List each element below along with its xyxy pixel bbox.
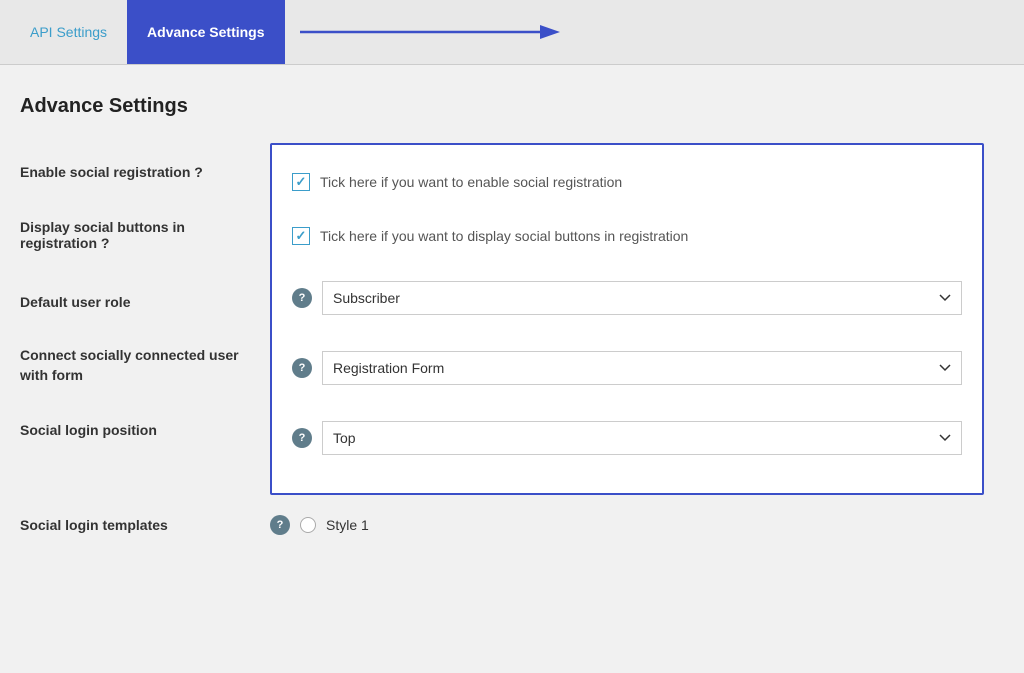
social-login-templates-help-icon[interactable]: ? [270, 515, 290, 535]
row-default-user-role-content: ? Subscriber Administrator Editor Author… [292, 281, 962, 315]
default-user-role-help-icon[interactable]: ? [292, 288, 312, 308]
default-user-role-select[interactable]: Subscriber Administrator Editor Author C… [322, 281, 962, 315]
social-login-position-select[interactable]: Top Bottom Left Right [322, 421, 962, 455]
label-default-user-role: Default user role [20, 270, 265, 334]
arrow-indicator [295, 21, 560, 43]
social-login-templates-content: ? Style 1 [270, 515, 369, 535]
tab-bar: API Settings Advance Settings [0, 0, 1024, 65]
social-login-templates-label: Social login templates [20, 517, 250, 533]
label-social-login-position: Social login position [20, 398, 265, 462]
row-display-social: Tick here if you want to display social … [292, 209, 962, 263]
tab-advance-settings[interactable]: Advance Settings [127, 0, 284, 64]
page-title: Advance Settings [20, 95, 1004, 118]
display-social-checkbox-wrapper: Tick here if you want to display social … [292, 227, 688, 245]
label-enable-social: Enable social registration ? [20, 143, 265, 200]
enable-social-checkbox-wrapper: Tick here if you want to enable social r… [292, 173, 622, 191]
display-social-label: Tick here if you want to display social … [320, 228, 688, 244]
label-display-social: Display social buttons in registration ? [20, 200, 265, 270]
row-social-login-position: ? Top Bottom Left Right [292, 403, 962, 473]
arrow-icon [300, 21, 560, 43]
row-social-login-position-content: ? Top Bottom Left Right [292, 421, 962, 455]
labels-column: Enable social registration ? Display soc… [20, 143, 265, 462]
main-content: Advance Settings Tick here if you want t… [0, 65, 1024, 575]
row-connect-socially: ? Registration Form Login Form Custom Fo… [292, 333, 962, 403]
social-login-templates-radio[interactable] [300, 517, 316, 533]
row-default-user-role: ? Subscriber Administrator Editor Author… [292, 263, 962, 333]
row-enable-social-content: Tick here if you want to enable social r… [292, 173, 962, 191]
tab-api-settings[interactable]: API Settings [10, 0, 127, 64]
label-connect-socially: Connect socially connected user with for… [20, 334, 265, 398]
row-display-social-content: Tick here if you want to display social … [292, 227, 962, 245]
connect-socially-select[interactable]: Registration Form Login Form Custom Form [322, 351, 962, 385]
display-social-checkbox[interactable] [292, 227, 310, 245]
enable-social-label: Tick here if you want to enable social r… [320, 174, 622, 190]
social-login-templates-radio-label: Style 1 [326, 517, 369, 533]
settings-box: Tick here if you want to enable social r… [270, 143, 984, 495]
connect-socially-help-icon[interactable]: ? [292, 358, 312, 378]
page-wrapper: API Settings Advance Settings Advance Se… [0, 0, 1024, 673]
row-enable-social: Tick here if you want to enable social r… [292, 155, 962, 209]
enable-social-checkbox[interactable] [292, 173, 310, 191]
row-connect-socially-content: ? Registration Form Login Form Custom Fo… [292, 351, 962, 385]
settings-rows: Tick here if you want to enable social r… [292, 155, 962, 473]
row-social-login-templates: Social login templates ? Style 1 [20, 495, 1004, 555]
social-login-position-help-icon[interactable]: ? [292, 428, 312, 448]
